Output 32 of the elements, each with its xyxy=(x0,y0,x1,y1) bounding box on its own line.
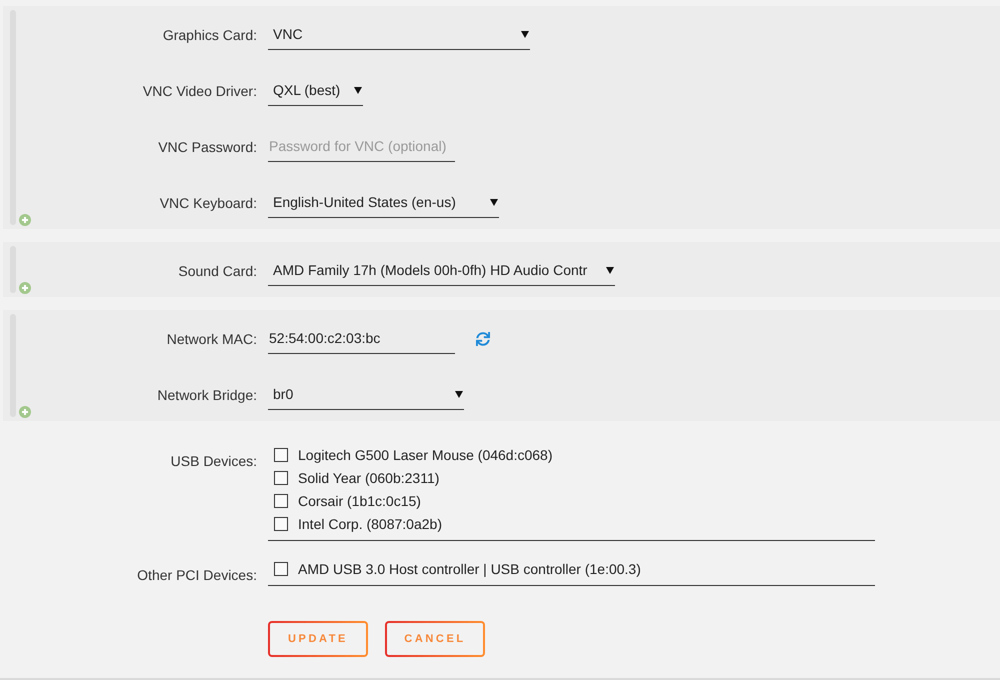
checkbox[interactable] xyxy=(274,448,288,462)
caret-icon xyxy=(606,266,614,274)
dropdown[interactable]: VNC xyxy=(268,19,530,50)
device-label: Logitech G500 Laser Mouse (046d:c068) xyxy=(298,446,552,462)
caret-icon xyxy=(490,198,498,206)
field-label: VNC Keyboard: xyxy=(158,194,257,210)
field-label: Sound Card: xyxy=(177,262,257,278)
field-label: VNC Video Driver: xyxy=(142,82,257,98)
mac-address-field[interactable]: 52:54:00:c2:03:bc xyxy=(268,323,455,354)
checkbox[interactable] xyxy=(274,494,288,508)
field-label: USB Devices: xyxy=(170,453,257,469)
caret-icon xyxy=(521,30,529,38)
refresh-icon[interactable] xyxy=(476,332,490,346)
field-label: Graphics Card: xyxy=(162,26,257,42)
caret-icon xyxy=(455,390,463,398)
checkbox[interactable] xyxy=(274,516,288,530)
device-label: Corsair (1b1c:0c15) xyxy=(298,492,421,508)
field-label: Other PCI Devices: xyxy=(136,567,257,583)
dropdown[interactable]: br0 xyxy=(268,379,464,410)
dropdown[interactable]: English-United States (en-us) xyxy=(268,187,499,218)
checkbox[interactable] xyxy=(274,562,288,576)
device-label: AMD USB 3.0 Host controller | USB controller (1e:00.3) xyxy=(298,560,641,576)
checkbox[interactable] xyxy=(274,470,288,484)
device-label: Solid Year (060b:2311) xyxy=(298,470,440,486)
dropdown[interactable]: QXL (best) xyxy=(268,75,363,106)
dropdown[interactable]: AMD Family 17h (Models 00h-0fh) HD Audio Contr xyxy=(268,255,615,286)
field-label: Network Bridge: xyxy=(156,386,257,402)
password-field[interactable]: Password for VNC (optional) xyxy=(268,131,455,162)
device-label: Intel Corp. (8087:0a2b) xyxy=(298,516,442,532)
field-label: VNC Password: xyxy=(157,138,257,154)
field-label: Network MAC: xyxy=(166,330,257,346)
caret-icon xyxy=(354,86,362,94)
